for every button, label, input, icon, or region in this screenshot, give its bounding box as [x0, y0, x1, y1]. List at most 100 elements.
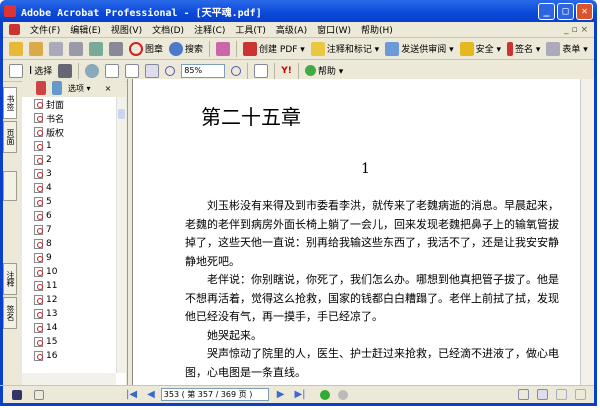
rotate-view-icon[interactable]	[254, 63, 269, 78]
next-page-button[interactable]: ▶	[277, 389, 285, 400]
fit-width-icon[interactable]	[145, 63, 160, 78]
menu-window[interactable]: 窗口(W)	[317, 23, 351, 36]
delete-bookmark-icon[interactable]	[36, 81, 46, 95]
menu-bar: 文件(F) 编辑(E) 视图(V) 文档(D) 注释(C) 工具(T) 高级(A…	[3, 22, 594, 38]
menu-file[interactable]: 文件(F)	[30, 23, 60, 36]
page-layout-icon[interactable]	[12, 389, 22, 400]
bookmark-item[interactable]: 13	[22, 307, 116, 321]
last-page-button[interactable]: ▶|	[294, 389, 305, 400]
menu-tools[interactable]: 工具(T)	[235, 23, 266, 36]
bookmark-item[interactable]: 15	[22, 335, 116, 349]
bookmark-item[interactable]: 9	[22, 251, 116, 265]
sign-button[interactable]: 签名 ▾	[506, 41, 540, 56]
doc-window-controls[interactable]: _ ▫ ×	[564, 25, 588, 35]
zoom-out-icon[interactable]	[165, 65, 176, 76]
comment-markup-button[interactable]: 注释和标记 ▾	[310, 41, 379, 56]
tab-comments[interactable]: 注释	[3, 263, 17, 295]
create-pdf-icon	[243, 41, 258, 56]
continuous-icon[interactable]	[537, 389, 548, 400]
collapse-icon[interactable]	[34, 389, 44, 400]
yahoo-icon[interactable]: Y!	[281, 66, 292, 76]
document-view: 第二十五章 1 刘玉彬没有来得及到市委看李洪，就传来了老魏病逝的消息。早晨起来，…	[132, 79, 580, 385]
bookmark-item[interactable]: 8	[22, 237, 116, 251]
status-bar: |◀ ◀ 353 ( 第 357 / 369 页 ) ▶ ▶|	[0, 385, 594, 403]
stamp-button[interactable]: 图章	[129, 41, 163, 56]
maximize-button[interactable]: □	[557, 2, 574, 20]
horizontal-scrollbar[interactable]	[22, 373, 116, 385]
page-icon	[34, 281, 43, 291]
bookmark-item[interactable]: 6	[22, 209, 116, 223]
close-button[interactable]: ✕	[576, 2, 593, 20]
page-number-field[interactable]: 353 ( 第 357 / 369 页 )	[160, 388, 269, 401]
send-review-button[interactable]: 发送供审阅 ▾	[385, 41, 454, 56]
bookmark-label: 2	[46, 155, 52, 165]
menu-help[interactable]: 帮助(H)	[361, 23, 393, 36]
single-page-icon[interactable]	[518, 389, 529, 400]
snapshot-icon[interactable]	[58, 63, 73, 78]
bookmark-label: 9	[46, 253, 52, 263]
menu-document[interactable]: 文档(D)	[152, 23, 184, 36]
bookmark-item[interactable]: 2	[22, 153, 116, 167]
menu-view[interactable]: 视图(V)	[111, 23, 142, 36]
document-scrollbar[interactable]	[580, 79, 594, 385]
organizer-icon[interactable]	[29, 41, 43, 56]
zoom-tool-icon[interactable]	[85, 63, 100, 78]
create-pdf-button[interactable]: 创建 PDF ▾	[243, 41, 305, 56]
bookmark-item[interactable]: 3	[22, 167, 116, 181]
tab-blank[interactable]	[3, 171, 17, 201]
close-pane-button[interactable]: ×	[105, 84, 112, 93]
bookmark-label: 15	[46, 337, 58, 347]
zoom-in-icon[interactable]	[231, 65, 242, 76]
fit-page-icon[interactable]	[125, 63, 140, 78]
tab-pages[interactable]: 页面	[3, 121, 17, 153]
bookmark-item[interactable]: 版权	[22, 125, 116, 139]
readout-icon[interactable]	[216, 41, 231, 56]
bookmark-item[interactable]: 书名	[22, 111, 116, 125]
bookmark-item[interactable]: 7	[22, 223, 116, 237]
first-page-button[interactable]: |◀	[126, 389, 137, 400]
paragraph: 老伴说：你别瞎说，你死了，我们怎么办。哪想到他真把管子拔了。他是不想再活着，觉得…	[185, 273, 559, 323]
bookmark-item[interactable]: 16	[22, 349, 116, 363]
options-menu[interactable]: 选项 ▾	[68, 83, 91, 94]
hand-tool-icon[interactable]	[9, 63, 23, 78]
tab-signatures[interactable]: 签名	[3, 297, 17, 329]
actual-size-icon[interactable]	[105, 63, 120, 78]
comment-icon	[310, 41, 325, 56]
bookmark-item[interactable]: 1	[22, 139, 116, 153]
facing-icon[interactable]	[575, 389, 586, 400]
zoom-level-input[interactable]: 85%	[181, 63, 226, 78]
page-icon	[34, 337, 43, 347]
previous-view-icon[interactable]	[319, 389, 330, 400]
forms-button[interactable]: 表单 ▾	[546, 41, 588, 56]
bookmark-item[interactable]: 11	[22, 279, 116, 293]
save-icon[interactable]	[49, 41, 63, 56]
page-icon	[34, 197, 43, 207]
prev-page-button[interactable]: ◀	[147, 389, 155, 400]
new-bookmark-icon[interactable]	[52, 81, 62, 95]
print-icon[interactable]	[69, 41, 83, 56]
bookmark-item[interactable]: 14	[22, 321, 116, 335]
minimize-button[interactable]: _	[538, 2, 555, 20]
page-icon	[34, 99, 43, 109]
menu-advanced[interactable]: 高级(A)	[276, 23, 307, 36]
search-button[interactable]: 搜索	[169, 41, 203, 56]
bookmark-item[interactable]: 10	[22, 265, 116, 279]
bookmark-item[interactable]: 4	[22, 181, 116, 195]
next-view-icon[interactable]	[337, 389, 348, 400]
bookmark-label: 封面	[46, 100, 65, 111]
bookmark-item[interactable]: 12	[22, 293, 116, 307]
security-button[interactable]: 安全 ▾	[459, 41, 501, 56]
bookmark-item[interactable]: 封面	[22, 97, 116, 111]
continuous-facing-icon[interactable]	[556, 389, 567, 400]
help-button[interactable]: 帮助 ▾	[304, 64, 343, 77]
vertical-scrollbar[interactable]	[116, 97, 126, 373]
email-icon[interactable]	[89, 41, 103, 56]
bookmark-item[interactable]: 5	[22, 195, 116, 209]
open-icon[interactable]	[9, 41, 23, 56]
page-icon	[34, 183, 43, 193]
attach-icon[interactable]	[109, 41, 123, 56]
menu-comments[interactable]: 注释(C)	[194, 23, 225, 36]
tab-bookmarks[interactable]: 书签	[3, 87, 17, 119]
menu-edit[interactable]: 编辑(E)	[70, 23, 101, 36]
select-tool-button[interactable]: I 选择	[29, 64, 52, 77]
